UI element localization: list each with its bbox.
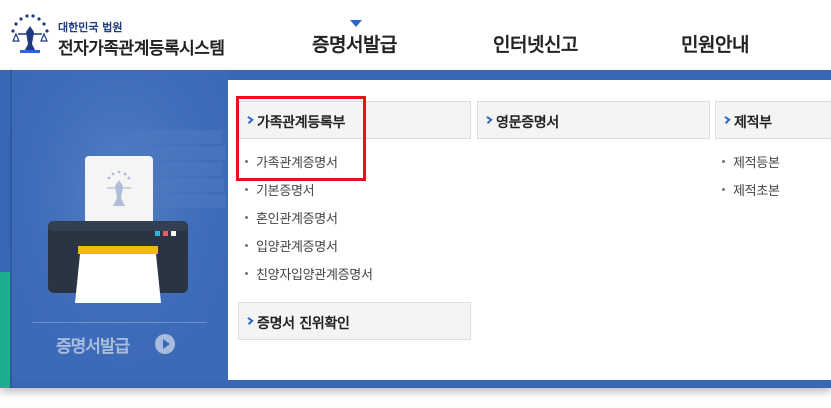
menu-item-adoption-cert[interactable]: 입양관계증명서 xyxy=(245,236,338,255)
bullet xyxy=(245,188,248,191)
nav-active-indicator-icon xyxy=(350,20,362,27)
bullet xyxy=(245,272,248,275)
org-name: 대한민국 법원 xyxy=(58,21,123,34)
play-circle-icon[interactable] xyxy=(155,334,175,354)
category-certificate-verification[interactable]: 증명서 진위확인 xyxy=(238,302,471,340)
site-header: 대한민국 법원 전자가족관계등록시스템 증명서발급 인터넷신고 민원안내 xyxy=(0,0,831,70)
bullet xyxy=(722,188,725,191)
system-name: 전자가족관계등록시스템 xyxy=(58,39,225,59)
bullet xyxy=(245,216,248,219)
menu-item-label: 제적초본 xyxy=(733,184,780,199)
arrow-icon xyxy=(483,116,493,124)
category-label: 영문증명서 xyxy=(496,115,559,131)
side-accent-strip xyxy=(0,272,10,388)
category-label: 증명서 진위확인 xyxy=(257,316,350,332)
category-family-register[interactable]: 가족관계등록부 xyxy=(238,101,471,139)
divider xyxy=(32,322,207,323)
bullet xyxy=(245,160,248,163)
menu-item-label: 입양관계증명서 xyxy=(256,240,338,255)
menu-item-label: 제적등본 xyxy=(733,156,780,171)
menu-item-family-relation-cert[interactable]: 가족관계증명서 xyxy=(245,152,338,171)
menu-item-full-adoption-cert[interactable]: 친양자입양관계증명서 xyxy=(245,264,373,283)
nav-certificate-issuance[interactable]: 증명서발급 xyxy=(312,30,397,57)
arrow-icon xyxy=(244,317,254,325)
menu-item-marriage-cert[interactable]: 혼인관계증명서 xyxy=(245,208,338,227)
site-logo[interactable]: 대한민국 법원 전자가족관계등록시스템 xyxy=(8,12,238,62)
arrow-icon xyxy=(721,116,731,124)
menu-item-label: 기본증명서 xyxy=(256,184,315,199)
menu-item-removed-abstract[interactable]: 제적초본 xyxy=(722,180,780,199)
bullet xyxy=(722,160,725,163)
menu-item-label: 친양자입양관계증명서 xyxy=(256,268,373,283)
menu-item-basic-cert[interactable]: 기본증명서 xyxy=(245,180,315,199)
court-emblem-icon xyxy=(11,14,49,53)
promo-label[interactable]: 증명서발급 xyxy=(56,332,130,357)
arrow-icon xyxy=(244,116,254,124)
menu-item-label: 가족관계증명서 xyxy=(256,156,338,171)
menu-item-removed-full-copy[interactable]: 제적등본 xyxy=(722,152,780,171)
bullet xyxy=(245,244,248,247)
category-removed-register[interactable]: 제적부 xyxy=(715,101,831,139)
printer-icon xyxy=(48,156,188,303)
nav-civil-guide[interactable]: 민원안내 xyxy=(681,30,749,57)
category-english-certificate[interactable]: 영문증명서 xyxy=(477,101,710,139)
category-label: 가족관계등록부 xyxy=(257,115,346,131)
category-label: 제적부 xyxy=(734,115,772,131)
nav-online-report[interactable]: 인터넷신고 xyxy=(493,30,578,57)
promo-panel: 증명서발급 xyxy=(12,70,228,380)
menu-item-label: 혼인관계증명서 xyxy=(256,212,338,227)
